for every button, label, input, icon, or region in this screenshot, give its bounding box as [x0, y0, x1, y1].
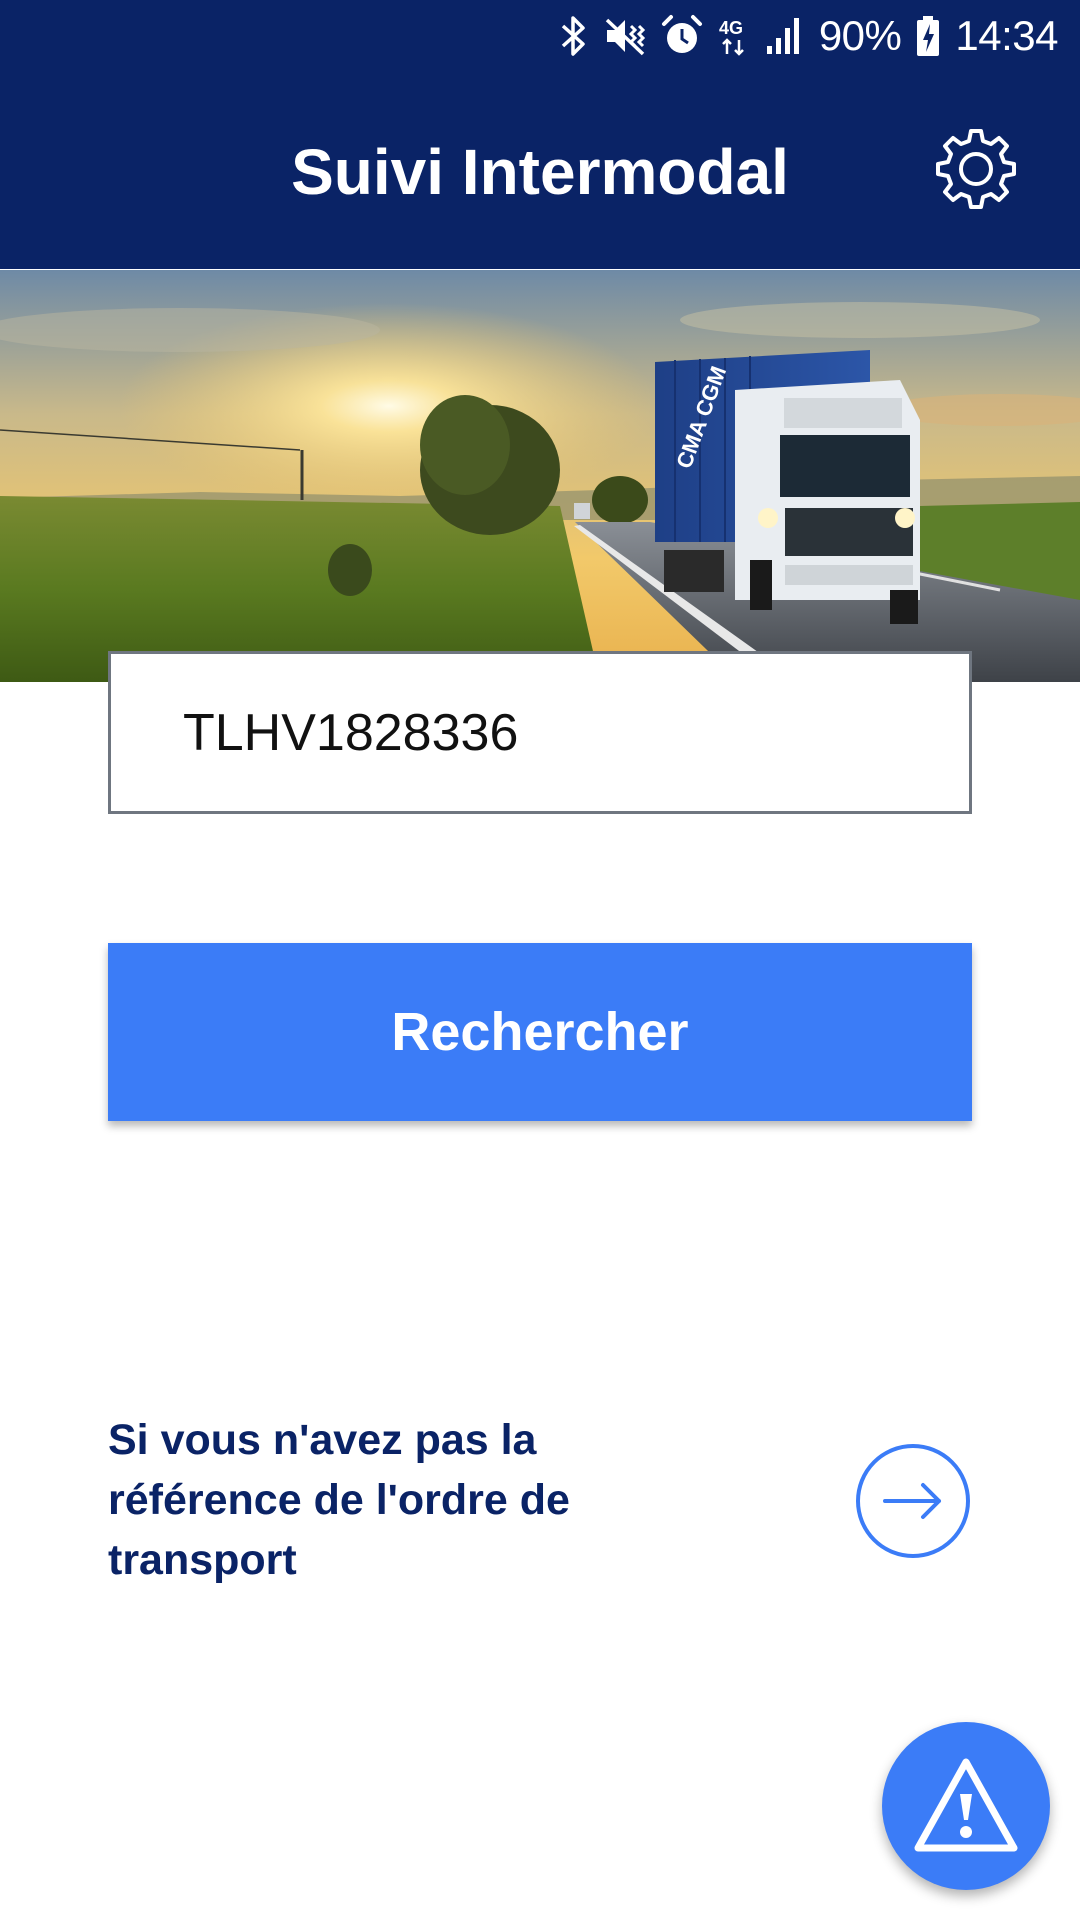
battery-percent: 90%: [818, 12, 902, 59]
no-reference-text[interactable]: Si vous n'avez pas la référence de l'ord…: [108, 1410, 668, 1590]
gear-icon: [936, 129, 1016, 209]
app-bar: Suivi Intermodal: [0, 72, 1080, 269]
search-button[interactable]: Rechercher: [108, 943, 972, 1121]
no-reference-arrow-button[interactable]: [856, 1444, 970, 1558]
hero-image: CMA CGM: [0, 270, 1080, 682]
bluetooth-icon: [559, 14, 589, 58]
search-input[interactable]: [183, 654, 943, 811]
status-time: 14:34: [955, 12, 1058, 59]
page-title: Suivi Intermodal: [291, 136, 789, 208]
arrow-right-circle-icon: [883, 1483, 941, 1519]
signal-icon: [765, 14, 805, 58]
svg-text:4G: 4G: [719, 18, 743, 38]
search-field[interactable]: [108, 651, 972, 814]
status-bar: 4G 90% 14:34: [0, 0, 1080, 72]
battery-charging-icon: [915, 14, 941, 58]
status-icons: 4G 90% 14:34: [559, 8, 1058, 64]
alarm-icon: [661, 14, 703, 58]
vibrate-icon: [603, 14, 647, 58]
report-issue-fab[interactable]: [882, 1722, 1050, 1890]
warning-icon: [914, 1758, 1018, 1852]
app-screen: 4G 90% 14:34 Suivi Intermodal CMA CGM TL…: [0, 0, 1080, 1920]
network-4g-icon: 4G: [717, 14, 751, 58]
settings-button[interactable]: [928, 122, 1024, 218]
